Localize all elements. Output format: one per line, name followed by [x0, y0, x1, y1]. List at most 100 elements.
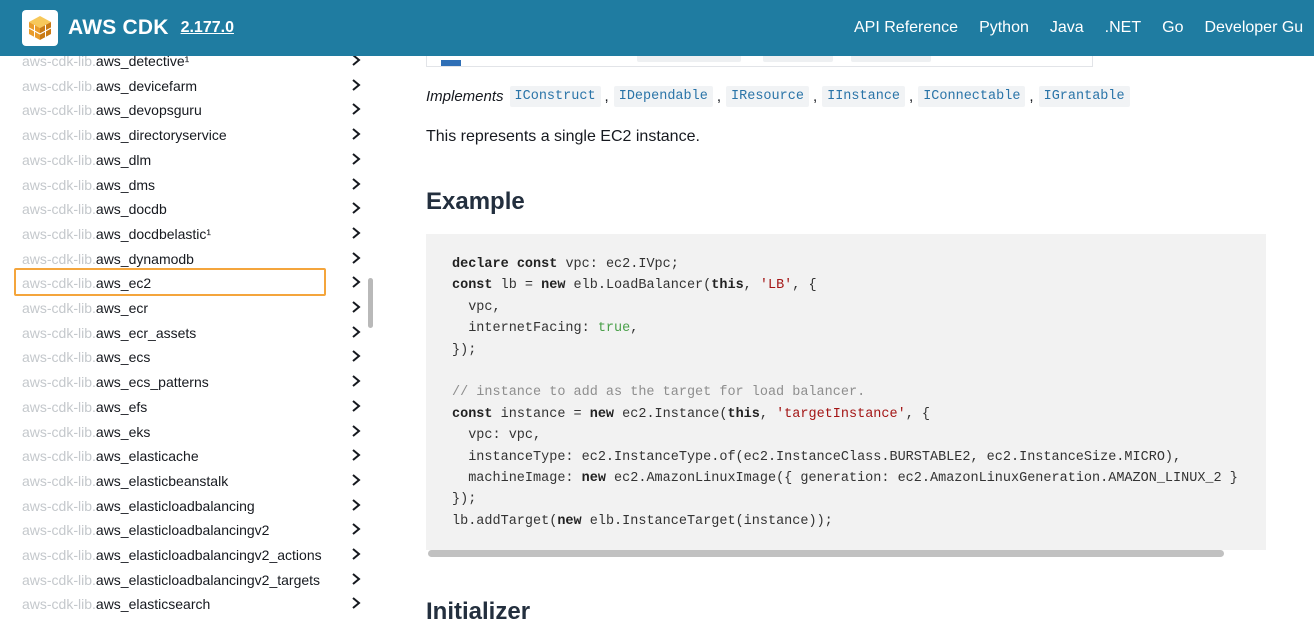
code-example[interactable]: declare const vpc: ec2.IVpc; const lb = n…: [426, 234, 1266, 550]
sidebar-item-label: aws_ec2: [95, 275, 152, 292]
sidebar-item-aws-ecs-patterns[interactable]: aws-cdk-lib. aws_ecs_patterns: [14, 369, 364, 395]
chevron-right-icon[interactable]: [348, 447, 364, 463]
chevron-right-icon[interactable]: [348, 571, 364, 587]
chevron-right-icon[interactable]: [348, 176, 364, 192]
chevron-right-icon[interactable]: [348, 77, 364, 93]
sidebar-item-aws-devicefarm[interactable]: aws-cdk-lib. aws_devicefarm: [14, 73, 364, 99]
sidebar-item-aws-ecr-assets[interactable]: aws-cdk-lib. aws_ecr_assets: [14, 320, 364, 346]
chevron-right-icon[interactable]: [348, 324, 364, 340]
chevron-right-icon[interactable]: [348, 472, 364, 488]
interface-link[interactable]: IDependable: [613, 86, 713, 107]
chevron-right-icon[interactable]: [348, 250, 364, 266]
sidebar-item-label: aws_ecs: [95, 349, 151, 366]
code-token: machineImage:: [452, 470, 582, 486]
comma-separator: ,: [716, 88, 722, 105]
code-line: internetFacing: true,: [452, 318, 1238, 339]
sidebar-item-aws-dms[interactable]: aws-cdk-lib. aws_dms: [14, 172, 364, 198]
chevron-right-icon[interactable]: [348, 299, 364, 315]
code-token: elb.InstanceTarget(instance));: [581, 513, 833, 529]
sidebar-item-label: aws_detective¹: [95, 56, 190, 69]
code-line: });: [452, 340, 1238, 361]
sidebar-item-aws-elasticbeanstalk[interactable]: aws-cdk-lib. aws_elasticbeanstalk: [14, 468, 364, 494]
nav-python[interactable]: Python: [979, 19, 1029, 37]
chevron-right-icon[interactable]: [348, 225, 364, 241]
sidebar-item-aws-dlm[interactable]: aws-cdk-lib. aws_dlm: [14, 147, 364, 173]
sidebar-item-aws-eks[interactable]: aws-cdk-lib. aws_eks: [14, 419, 364, 445]
chevron-right-icon[interactable]: [348, 373, 364, 389]
code-line: instanceType: ec2.InstanceType.of(ec2.In…: [452, 447, 1238, 468]
comma-separator: ,: [1029, 88, 1034, 105]
code-token: , {: [905, 406, 931, 422]
sidebar-item-prefix: aws-cdk-lib.: [22, 225, 96, 242]
code-line: vpc,: [452, 297, 1238, 318]
sidebar-item-label: aws_eks: [95, 423, 151, 440]
sidebar-item-aws-docdbelastic[interactable]: aws-cdk-lib. aws_docdbelastic¹: [14, 221, 364, 247]
sidebar-item-prefix: aws-cdk-lib.: [22, 300, 96, 316]
sidebar-item-aws-elasticloadbalancingv2-actions[interactable]: aws-cdk-lib. aws_elasticloadbalancingv2_a…: [14, 542, 364, 568]
sidebar-item-aws-docdb[interactable]: aws-cdk-lib. aws_docdb: [14, 196, 364, 222]
sidebar-item-prefix: aws-cdk-lib.: [22, 275, 96, 292]
code-token: ,: [743, 278, 760, 294]
sidebar-item-aws-devopsguru[interactable]: aws-cdk-lib. aws_devopsguru: [14, 97, 364, 123]
nav-developer-guide[interactable]: Developer Gu: [1204, 19, 1303, 37]
chevron-right-icon[interactable]: [348, 595, 364, 611]
chevron-right-icon[interactable]: [348, 101, 364, 117]
sidebar-item-prefix: aws-cdk-lib.: [22, 250, 96, 267]
version-link[interactable]: 2.177.0: [181, 19, 234, 37]
interface-link[interactable]: IInstance: [822, 86, 906, 107]
sidebar-item-aws-ecs[interactable]: aws-cdk-lib. aws_ecs: [14, 344, 364, 370]
interface-link[interactable]: IConnectable: [918, 86, 1026, 107]
code-token: internetFacing:: [452, 321, 598, 337]
nav-api-reference[interactable]: API Reference: [854, 19, 958, 37]
sidebar-item-label: aws_dlm: [95, 151, 152, 168]
sidebar-item-aws-elasticloadbalancingv2-targets[interactable]: aws-cdk-lib. aws_elasticloadbalancingv2_t…: [14, 567, 364, 593]
sidebar-item-aws-ecr[interactable]: aws-cdk-lib. aws_ecr: [14, 295, 364, 321]
code-token: declare: [452, 257, 509, 272]
sidebar-item-aws-dynamodb[interactable]: aws-cdk-lib. aws_dynamodb: [14, 246, 364, 272]
sidebar-item-label: aws_elasticsearch: [95, 596, 211, 613]
code-horizontal-scrollbar[interactable]: [428, 550, 1224, 557]
sidebar-item-label: aws_efs: [95, 398, 148, 415]
chevron-right-icon[interactable]: [348, 423, 364, 439]
sidebar-item-aws-elasticloadbalancingv2[interactable]: aws-cdk-lib. aws_elasticloadbalancingv2: [14, 517, 364, 543]
sidebar-item-aws-efs[interactable]: aws-cdk-lib. aws_efs: [14, 394, 364, 420]
nav-java[interactable]: Java: [1050, 19, 1084, 37]
sidebar-item-aws-detective[interactable]: aws-cdk-lib. aws_detective¹: [14, 56, 364, 74]
chevron-right-icon[interactable]: [348, 200, 364, 216]
code-line: const instance = new ec2.Instance(this , …: [452, 404, 1238, 425]
interface-link[interactable]: IConstruct: [509, 86, 601, 107]
chevron-right-icon[interactable]: [348, 546, 364, 562]
chevron-right-icon[interactable]: [348, 56, 364, 68]
comma-separator: ,: [604, 88, 609, 105]
sidebar-scrollbar[interactable]: [368, 278, 373, 328]
sidebar-item-prefix: aws-cdk-lib.: [22, 547, 96, 563]
chevron-right-icon[interactable]: [348, 274, 364, 290]
code-token: lb =: [492, 278, 542, 294]
chevron-right-icon[interactable]: [348, 348, 364, 364]
chevron-right-icon[interactable]: [348, 497, 364, 513]
sidebar-item-prefix: aws-cdk-lib.: [22, 448, 96, 465]
sidebar-item-aws-ec2[interactable]: aws-cdk-lib. aws_ec2: [14, 268, 364, 297]
code-token: new: [589, 406, 615, 422]
sidebar-item-prefix: aws-cdk-lib.: [22, 77, 96, 94]
code-token: });: [452, 342, 477, 358]
interface-link[interactable]: IGrantable: [1038, 86, 1130, 107]
chevron-right-icon[interactable]: [348, 151, 364, 167]
brand[interactable]: AWS CDK: [22, 10, 169, 46]
sidebar-item-label: aws_elasticloadbalancingv2_targets: [95, 571, 321, 588]
chevron-right-icon[interactable]: [348, 521, 364, 537]
code-token: const: [516, 257, 558, 272]
chevron-right-icon[interactable]: [348, 398, 364, 414]
sidebar-item-aws-elasticache[interactable]: aws-cdk-lib. aws_elasticache: [14, 443, 364, 469]
chevron-right-icon[interactable]: [348, 126, 364, 142]
code-line: // instance to add as the target for loa…: [452, 382, 1238, 403]
code-token: ,: [630, 321, 639, 337]
interface-link[interactable]: IResource: [726, 86, 809, 107]
sidebar-item-aws-elasticloadbalancing[interactable]: aws-cdk-lib. aws_elasticloadbalancing: [14, 493, 364, 519]
sidebar-item-aws-directoryservice[interactable]: aws-cdk-lib. aws_directoryservice: [14, 122, 364, 148]
sidebar-item-prefix: aws-cdk-lib.: [22, 472, 96, 489]
code-token: this: [711, 278, 744, 294]
nav-go[interactable]: Go: [1162, 19, 1183, 37]
nav-dotnet[interactable]: .NET: [1105, 19, 1141, 37]
sidebar-item-aws-elasticsearch[interactable]: aws-cdk-lib. aws_elasticsearch: [14, 591, 364, 617]
